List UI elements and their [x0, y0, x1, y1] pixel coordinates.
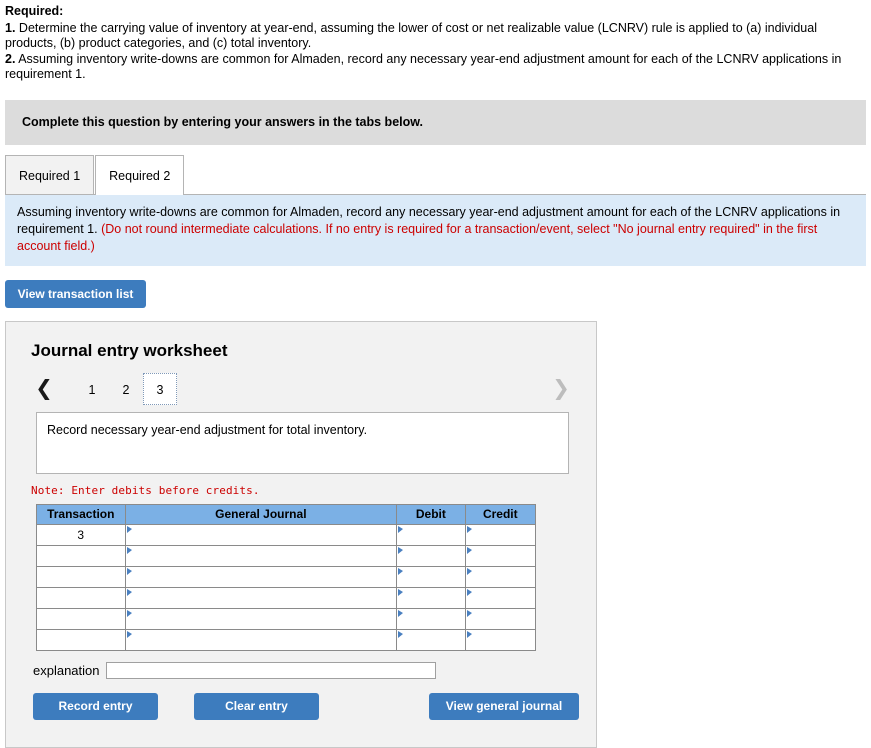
required-item-2-number: 2.	[5, 51, 16, 66]
pager-page-1[interactable]: 1	[75, 373, 109, 405]
chevron-right-icon[interactable]: ❯	[548, 378, 574, 399]
table-row	[36, 628, 537, 651]
cell-general-journal[interactable]	[124, 544, 398, 567]
cell-general-journal[interactable]	[124, 586, 398, 609]
cell-debit[interactable]	[396, 607, 466, 630]
cell-debit[interactable]	[396, 628, 466, 651]
explanation-input[interactable]	[105, 661, 436, 679]
chevron-left-icon[interactable]: ❮	[31, 378, 57, 399]
cell-general-journal[interactable]	[124, 607, 398, 630]
worksheet-pager: ❮ 1 2 3 ❯	[6, 372, 596, 406]
column-header-credit: Credit	[464, 503, 537, 525]
cell-credit[interactable]	[464, 544, 537, 567]
explanation-label: explanation	[33, 662, 100, 678]
cell-credit[interactable]	[464, 523, 537, 546]
entry-description-box: Record necessary year-end adjustment for…	[36, 411, 569, 474]
instruction-text-red: (Do not round intermediate calculations.…	[17, 221, 818, 253]
cell-transaction[interactable]: 3	[36, 523, 126, 546]
cell-transaction[interactable]	[36, 544, 126, 567]
table-row: 3	[36, 523, 537, 546]
required-item-2-text: Assuming inventory write-downs are commo…	[5, 51, 842, 82]
cell-transaction[interactable]	[36, 565, 126, 588]
tab-required-1[interactable]: Required 1	[5, 154, 95, 195]
required-item-1-text: Determine the carrying value of inventor…	[5, 20, 817, 51]
explanation-row: explanation	[33, 661, 596, 679]
complete-question-banner-text: Complete this question by entering your …	[22, 115, 423, 129]
worksheet-title: Journal entry worksheet	[31, 340, 228, 360]
required-item-1-number: 1.	[5, 20, 16, 35]
cell-transaction[interactable]	[36, 586, 126, 609]
cell-credit[interactable]	[464, 628, 537, 651]
worksheet-action-buttons: Record entry Clear entry View general jo…	[33, 692, 596, 720]
table-row	[36, 565, 537, 588]
required-block: Required: 1. Determine the carrying valu…	[0, 0, 871, 83]
entry-description-text: Record necessary year-end adjustment for…	[47, 422, 368, 437]
record-entry-button[interactable]: Record entry	[33, 692, 158, 720]
clear-entry-button[interactable]: Clear entry	[194, 692, 319, 720]
cell-debit[interactable]	[396, 565, 466, 588]
instruction-box: Assuming inventory write-downs are commo…	[5, 194, 866, 266]
cell-debit[interactable]	[396, 523, 466, 546]
cell-transaction[interactable]	[36, 628, 126, 651]
pager-page-2[interactable]: 2	[109, 373, 143, 405]
cell-general-journal[interactable]	[124, 565, 398, 588]
tab-bar: Required 1 Required 2	[5, 154, 871, 195]
complete-question-banner: Complete this question by entering your …	[5, 99, 866, 145]
required-heading: Required:	[5, 4, 64, 18]
view-transaction-list-button[interactable]: View transaction list	[5, 279, 146, 308]
cell-credit[interactable]	[464, 586, 537, 609]
cell-general-journal[interactable]	[124, 523, 398, 546]
required-item-1: 1. Determine the carrying value of inven…	[5, 21, 866, 52]
cell-general-journal[interactable]	[124, 628, 398, 651]
table-row	[36, 544, 537, 567]
table-row	[36, 586, 537, 609]
column-header-debit: Debit	[396, 503, 466, 525]
cell-credit[interactable]	[464, 565, 537, 588]
journal-table-header-row: Transaction General Journal Debit Credit	[36, 503, 537, 525]
cell-credit[interactable]	[464, 607, 537, 630]
journal-entry-table: Transaction General Journal Debit Credit…	[36, 503, 537, 651]
journal-entry-worksheet-panel: Journal entry worksheet ❮ 1 2 3 ❯ Record…	[5, 320, 597, 748]
cell-debit[interactable]	[396, 586, 466, 609]
pager-page-list: 1 2 3	[75, 372, 177, 405]
debits-before-credits-note: Note: Enter debits before credits.	[31, 483, 260, 497]
cell-transaction[interactable]	[36, 607, 126, 630]
view-general-journal-button[interactable]: View general journal	[429, 692, 579, 720]
pager-page-3[interactable]: 3	[143, 372, 177, 405]
table-row	[36, 607, 537, 630]
tab-required-2[interactable]: Required 2	[95, 154, 185, 195]
required-item-2: 2. Assuming inventory write-downs are co…	[5, 52, 866, 83]
column-header-general-journal: General Journal	[124, 503, 398, 525]
cell-debit[interactable]	[396, 544, 466, 567]
column-header-transaction: Transaction	[36, 503, 126, 525]
